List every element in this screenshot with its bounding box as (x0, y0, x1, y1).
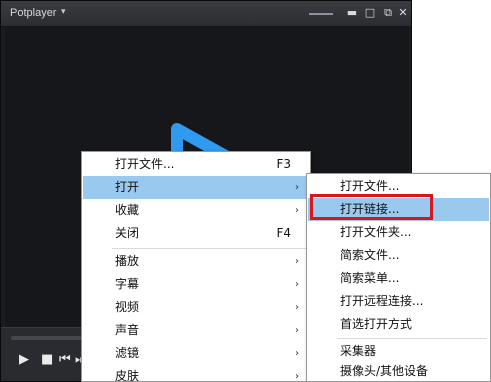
menu-item-skin[interactable]: 皮肤 › (83, 365, 309, 382)
menu-separator (337, 338, 487, 339)
submenu-item-preferred-open[interactable]: 首选打开方式 (308, 313, 489, 336)
title-dropdown-icon[interactable]: ▾ (61, 7, 66, 17)
context-menu: 打开文件... F3 打开 › 收藏 › 关闭 F4 播放 › 字幕 › 视频 … (81, 151, 311, 382)
submenu-item-camera-device[interactable]: 摄像头/其他设备 (308, 360, 489, 382)
title-bar[interactable]: Potplayer ▾ ▬ □ ⧉ ✕ (1, 1, 411, 27)
submenu-item-search-menu[interactable]: 简索菜单... (308, 267, 489, 290)
menu-item-open[interactable]: 打开 › (83, 176, 309, 199)
menu-item-playback[interactable]: 播放 › (83, 250, 309, 273)
submenu-arrow-icon: › (295, 279, 299, 290)
title-bar-divider (309, 13, 333, 15)
menu-separator (112, 248, 306, 249)
play-icon[interactable]: ▶ (19, 352, 29, 367)
menu-item-open-file[interactable]: 打开文件... F3 (83, 153, 309, 176)
previous-icon[interactable]: ⏮ (59, 352, 71, 367)
stop-icon[interactable]: ■ (41, 352, 53, 367)
submenu-arrow-icon: › (295, 371, 299, 382)
app-title[interactable]: Potplayer (10, 7, 56, 19)
menu-item-favorites[interactable]: 收藏 › (83, 199, 309, 222)
menu-item-video[interactable]: 视频 › (83, 296, 309, 319)
submenu-arrow-icon: › (295, 325, 299, 336)
menu-item-audio[interactable]: 声音 › (83, 319, 309, 342)
submenu-arrow-icon: › (295, 205, 299, 216)
submenu-item-open-folder[interactable]: 打开文件夹... (308, 221, 489, 244)
submenu-arrow-icon: › (295, 182, 299, 193)
submenu-item-search-file[interactable]: 简索文件... (308, 244, 489, 267)
menu-item-close[interactable]: 关闭 F4 (83, 222, 309, 245)
menu-item-filters[interactable]: 滤镜 › (83, 342, 309, 365)
submenu-arrow-icon: › (295, 256, 299, 267)
annotation-highlight-box (310, 194, 433, 220)
menu-item-subtitles[interactable]: 字幕 › (83, 273, 309, 296)
submenu-arrow-icon: › (295, 302, 299, 313)
submenu-arrow-icon: › (295, 348, 299, 359)
maximize-icon[interactable]: □ (363, 6, 377, 20)
minimize-icon[interactable]: ▬ (345, 6, 359, 20)
submenu-item-open-remote[interactable]: 打开远程连接... (308, 290, 489, 313)
restore-icon[interactable]: ⧉ (381, 6, 395, 20)
close-icon[interactable]: ✕ (396, 6, 410, 20)
